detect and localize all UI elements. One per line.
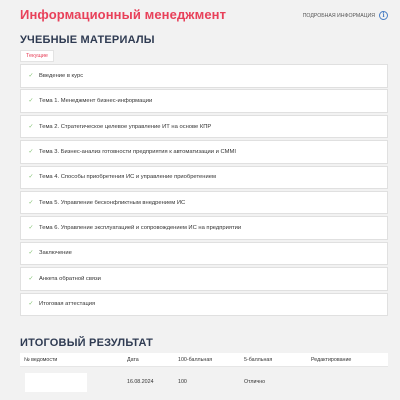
results-table-header: № ведомости Дата 100-балльная 5-балльная…: [20, 353, 388, 367]
score-100-cell: 100: [178, 379, 187, 385]
column-header-statement: № ведомости: [24, 356, 58, 363]
lesson-item-topic-1[interactable]: ✓ Тема 1. Менеджмент бизнес-информации: [20, 89, 388, 113]
check-icon: ✓: [28, 148, 34, 155]
score-5-cell: Отлично: [244, 379, 266, 385]
check-icon: ✓: [28, 275, 34, 282]
results-table: № ведомости Дата 100-балльная 5-балльная…: [20, 353, 388, 397]
course-title: Информационный менеджмент: [20, 7, 227, 22]
column-header-score-100: 100-балльная: [178, 356, 213, 363]
check-icon: ✓: [28, 98, 34, 105]
lesson-label: Тема 4. Способы приобретения ИС и управл…: [39, 174, 216, 181]
lesson-label: Тема 3. Бизнес-анализ готовности предпри…: [39, 148, 236, 155]
column-header-score-5: 5-балльная: [244, 356, 273, 363]
check-icon: ✓: [28, 174, 34, 181]
lesson-label: Итоговая аттестация: [39, 301, 96, 308]
lesson-label: Введение в курс: [39, 72, 84, 79]
lesson-item-topic-2[interactable]: ✓ Тема 2. Стратегическое целевое управле…: [20, 114, 388, 139]
lesson-label: Тема 6. Управление эксплуатацией и сопро…: [39, 225, 242, 232]
lesson-item-topic-6[interactable]: ✓ Тема 6. Управление эксплуатацией и соп…: [20, 216, 388, 240]
results-heading: ИТОГОВЫЙ РЕЗУЛЬТАТ: [20, 337, 154, 349]
more-info-label: ПОДРОБНАЯ ИНФОРМАЦИЯ: [302, 12, 375, 19]
check-icon: ✓: [28, 199, 34, 206]
lesson-item-topic-4[interactable]: ✓ Тема 4. Способы приобретения ИС и упра…: [20, 165, 388, 190]
lesson-item-intro[interactable]: ✓ Введение в курс: [20, 64, 388, 88]
date-cell: 16.08.2024: [127, 379, 154, 385]
lesson-label: Заключение: [39, 250, 72, 257]
check-icon: ✓: [28, 301, 34, 308]
lesson-label: Тема 2. Стратегическое целевое управлени…: [39, 123, 212, 130]
info-icon: i: [379, 11, 388, 20]
statement-value: [25, 372, 87, 392]
check-icon: ✓: [28, 123, 34, 130]
lesson-list: ✓ Введение в курс ✓ Тема 1. Менеджмент б…: [20, 64, 388, 318]
lesson-label: Тема 1. Менеджмент бизнес-информации: [39, 98, 153, 105]
lesson-label: Анкета обратной связи: [39, 275, 101, 282]
lesson-item-final-attestation[interactable]: ✓ Итоговая аттестация: [20, 292, 388, 317]
column-header-date: Дата: [127, 356, 139, 363]
lesson-label: Тема 5. Управление бесконфликтным внедре…: [39, 199, 186, 206]
lesson-item-topic-3[interactable]: ✓ Тема 3. Бизнес-анализ готовности предп…: [20, 140, 388, 164]
lesson-item-conclusion[interactable]: ✓ Заключение: [20, 241, 388, 266]
statement-cell: [20, 372, 127, 392]
table-row: 16.08.2024 100 Отлично: [20, 367, 388, 397]
check-icon: ✓: [28, 225, 34, 232]
materials-heading: УЧЕБНЫЕ МАТЕРИАЛЫ: [20, 34, 155, 46]
lesson-item-feedback-survey[interactable]: ✓ Анкета обратной связи: [20, 267, 388, 291]
check-icon: ✓: [28, 72, 34, 79]
check-icon: ✓: [28, 250, 34, 257]
tab-current[interactable]: Текущие: [20, 50, 54, 62]
column-header-edit: Редактирование: [311, 356, 352, 363]
lesson-item-topic-5[interactable]: ✓ Тема 5. Управление бесконфликтным внед…: [20, 190, 388, 215]
more-info-link[interactable]: ПОДРОБНАЯ ИНФОРМАЦИЯ i: [303, 11, 388, 20]
